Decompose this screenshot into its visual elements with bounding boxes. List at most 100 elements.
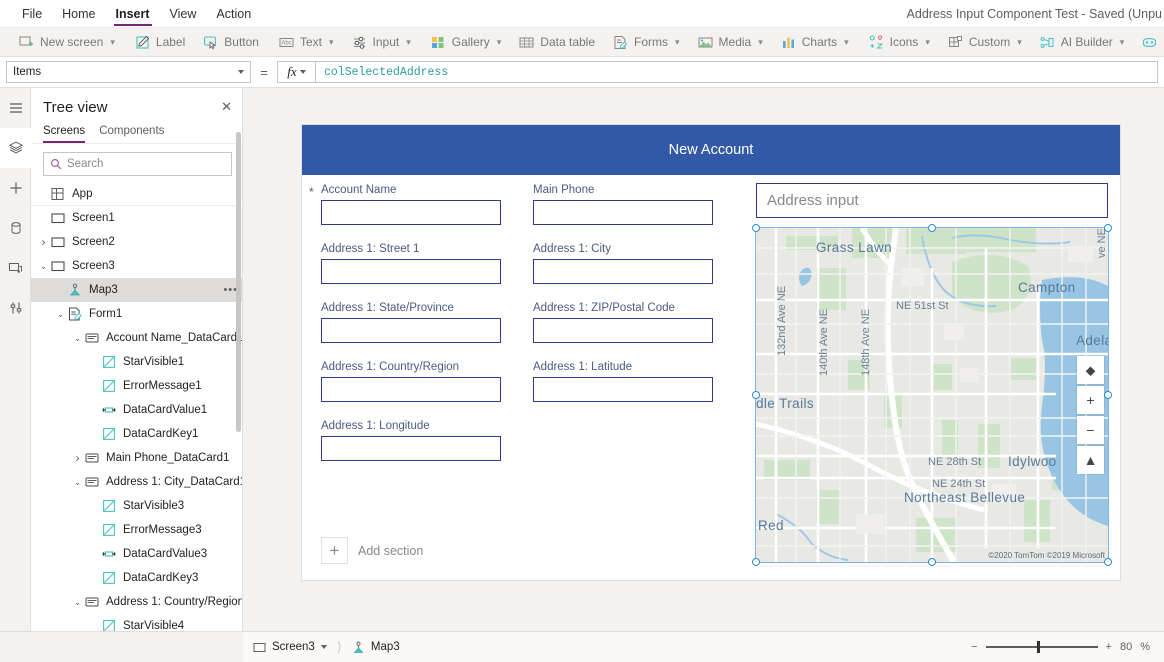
field-input[interactable]: [321, 259, 501, 284]
zoom-slider[interactable]: [986, 646, 1098, 648]
resize-handle-middle-left[interactable]: [752, 391, 760, 399]
tree-node-errormessage3[interactable]: ErrorMessage3: [31, 518, 242, 542]
fx-button[interactable]: fx: [277, 61, 315, 83]
menu-item-insert[interactable]: Insert: [106, 0, 160, 28]
chevron-down-icon[interactable]: ⌄: [54, 312, 67, 316]
new-screen-icon: [19, 35, 34, 50]
ribbon-charts[interactable]: Charts ▾: [772, 28, 858, 57]
map-render: [756, 228, 1108, 562]
field-input[interactable]: [321, 436, 501, 461]
tree-node-starvisible3[interactable]: StarVisible3: [31, 494, 242, 518]
chevron-down-icon: [238, 70, 244, 74]
add-section-button[interactable]: + Add section: [321, 537, 423, 564]
chevron-down-icon: ▾: [1017, 37, 1022, 48]
tree-node-starvisible1[interactable]: StarVisible1: [31, 350, 242, 374]
chevron-right-icon[interactable]: ›: [37, 235, 50, 249]
tree-node-main-phone-datacard1[interactable]: ›Main Phone_DataCard1: [31, 446, 242, 470]
field-input[interactable]: [321, 377, 501, 402]
close-icon[interactable]: ✕: [221, 99, 232, 115]
ribbon-mixed-reality[interactable]: Mixed Reality ▾: [1133, 28, 1164, 57]
tree-node-errormessage1[interactable]: ErrorMessage1: [31, 374, 242, 398]
ribbon-new-screen[interactable]: New screen ▾: [10, 28, 124, 57]
field-input[interactable]: [533, 318, 713, 343]
tree-node-address-1-city-datacard1[interactable]: ⌄Address 1: City_DataCard1: [31, 470, 242, 494]
address-input[interactable]: Address input: [756, 183, 1108, 218]
tree-view-icon[interactable]: [0, 128, 31, 168]
tree-node-screen3[interactable]: ⌄Screen3: [31, 254, 242, 278]
ribbon-button[interactable]: Button: [194, 28, 268, 57]
breadcrumb-item-screen3[interactable]: Screen3: [243, 632, 337, 662]
tree-node-address-1-country-region-datacard[interactable]: ⌄Address 1: Country/Region_DataCard: [31, 590, 242, 614]
chevron-down-icon[interactable]: [321, 645, 327, 649]
chevron-down-icon: ▾: [110, 37, 115, 48]
compass-control[interactable]: ⬥: [1077, 356, 1104, 384]
field-input[interactable]: [321, 200, 501, 225]
tree-node-screen1[interactable]: Screen1: [31, 206, 242, 230]
zoom-slider-thumb[interactable]: [1037, 641, 1040, 653]
tree-node-list[interactable]: AppScreen1›Screen2⌄Screen3Map3•••⌄Form1⌄…: [31, 182, 242, 656]
insert-icon[interactable]: [0, 168, 31, 208]
tree-vertical-scrollbar[interactable]: [236, 132, 241, 432]
menu-item-file[interactable]: File: [12, 0, 52, 28]
chevron-down-icon[interactable]: ⌄: [37, 264, 50, 268]
tree-node-datacardvalue1[interactable]: DataCardValue1: [31, 398, 242, 422]
tree-node-datacardkey1[interactable]: DataCardKey1: [31, 422, 242, 446]
menu-item-view[interactable]: View: [160, 0, 207, 28]
tab-screens[interactable]: Screens: [43, 120, 85, 143]
chevron-down-icon[interactable]: ⌄: [71, 600, 84, 604]
ribbon-ai-builder[interactable]: AI Builder ▾: [1031, 28, 1134, 57]
data-icon[interactable]: [0, 208, 31, 248]
property-select[interactable]: Items: [6, 61, 251, 83]
search-icon: [50, 158, 62, 170]
zoom-out-control[interactable]: −: [1077, 416, 1104, 444]
map-control-icon: [352, 641, 365, 654]
chevron-down-icon[interactable]: ⌄: [71, 480, 84, 484]
resize-handle-bottom-left[interactable]: [752, 558, 760, 566]
tree-node-map3[interactable]: Map3•••: [31, 278, 242, 302]
tree-node-form1[interactable]: ⌄Form1: [31, 302, 242, 326]
formula-input[interactable]: colSelectedAddress: [315, 61, 1158, 83]
pitch-control[interactable]: ▲: [1077, 446, 1104, 474]
field-input[interactable]: [533, 259, 713, 284]
mixed-reality-icon: [1142, 35, 1157, 50]
tab-components[interactable]: Components: [99, 120, 164, 143]
tree-node-app[interactable]: App: [31, 182, 242, 206]
map-control[interactable]: Grass LawnCamptonAdelaidle TrailsNorthea…: [756, 228, 1108, 562]
zoom-in-control[interactable]: +: [1077, 386, 1104, 414]
chevron-down-icon[interactable]: ⌄: [71, 336, 84, 340]
ribbon-text[interactable]: Abc Text ▾: [270, 28, 343, 57]
tree-node-screen2[interactable]: ›Screen2: [31, 230, 242, 254]
resize-handle-top-right[interactable]: [1104, 224, 1112, 232]
resize-handle-top-left[interactable]: [752, 224, 760, 232]
breadcrumb-item-map3[interactable]: Map3: [342, 632, 410, 662]
zoom-in-button[interactable]: +: [1106, 641, 1112, 653]
ribbon-icons[interactable]: Icons ▾: [860, 28, 939, 57]
tree-node-datacardkey3[interactable]: DataCardKey3: [31, 566, 242, 590]
map-control-selected[interactable]: Grass LawnCamptonAdelaidle TrailsNorthea…: [756, 228, 1108, 562]
media-icon[interactable]: [0, 248, 31, 288]
field-input[interactable]: [533, 377, 713, 402]
ribbon-label[interactable]: Label: [126, 28, 194, 57]
hamburger-menu-icon[interactable]: [0, 88, 31, 128]
resize-handle-top-center[interactable]: [928, 224, 936, 232]
menu-item-action[interactable]: Action: [206, 0, 261, 28]
map-controls[interactable]: ⬥ + − ▲: [1077, 356, 1104, 476]
ribbon-forms[interactable]: Forms ▾: [604, 28, 689, 57]
ribbon-custom[interactable]: Custom ▾: [939, 28, 1031, 57]
resize-handle-bottom-center[interactable]: [928, 558, 936, 566]
resize-handle-bottom-right[interactable]: [1104, 558, 1112, 566]
advanced-tools-icon[interactable]: [0, 288, 31, 328]
search-input[interactable]: Search: [43, 152, 232, 176]
ribbon-gallery[interactable]: Gallery ▾: [422, 28, 511, 57]
tree-node-account-name-datacard1[interactable]: ⌄Account Name_DataCard1: [31, 326, 242, 350]
ribbon-input[interactable]: Input ▾: [343, 28, 420, 57]
zoom-out-button[interactable]: −: [971, 641, 977, 653]
ribbon-media[interactable]: Media ▾: [689, 28, 772, 57]
field-input[interactable]: [321, 318, 501, 343]
tree-node-datacardvalue3[interactable]: DataCardValue3: [31, 542, 242, 566]
resize-handle-middle-right[interactable]: [1104, 391, 1112, 399]
menu-item-home[interactable]: Home: [52, 0, 105, 28]
chevron-right-icon[interactable]: ›: [71, 451, 84, 465]
ribbon-data-table[interactable]: Data table: [510, 28, 604, 57]
field-input[interactable]: [533, 200, 713, 225]
